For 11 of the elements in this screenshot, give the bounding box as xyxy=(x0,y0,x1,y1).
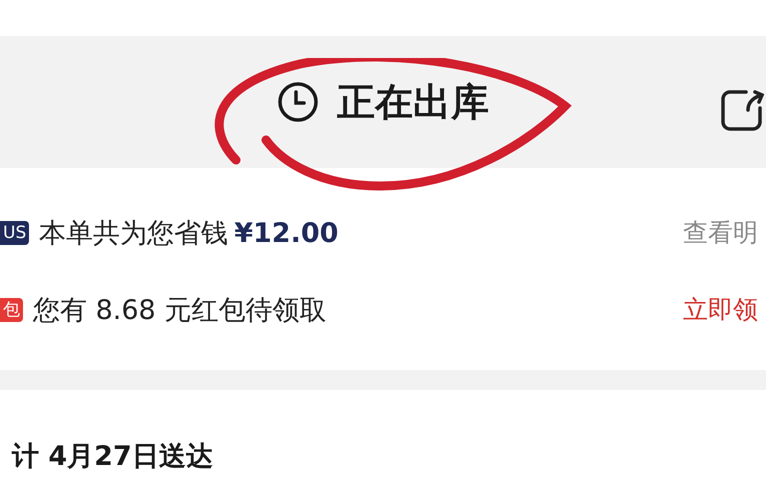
clock-icon xyxy=(277,81,319,123)
delivery-estimate: 计 4月27日送达 xyxy=(12,440,214,474)
action-link[interactable]: 查看明 xyxy=(683,216,758,249)
share-icon[interactable] xyxy=(720,88,766,132)
order-status-title: 正在出库 xyxy=(337,78,489,126)
badge-label: 包 xyxy=(0,298,23,322)
savings-amount: ¥12.00 xyxy=(234,218,338,248)
action-link[interactable]: 立即领 xyxy=(683,293,758,326)
badge-label: US xyxy=(0,220,30,244)
benefit-text: 本单共为您省钱 xyxy=(39,218,228,248)
benefit-text: 您有 8.68 元红包待领取 xyxy=(33,294,326,326)
